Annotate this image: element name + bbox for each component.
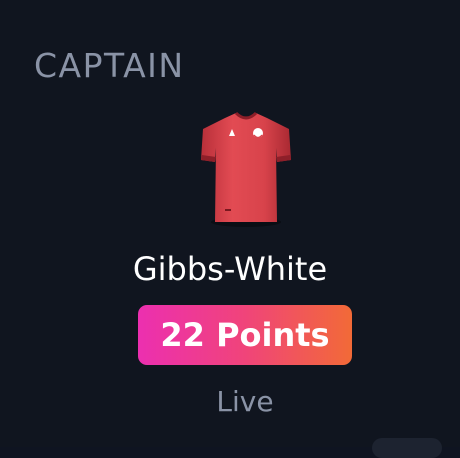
partial-button[interactable] xyxy=(372,438,442,458)
captain-card: CAPTAIN Gibbs-White 22 Points Live xyxy=(0,0,460,458)
red-shirt-icon xyxy=(201,111,291,227)
player-name: Gibbs-White xyxy=(132,250,328,288)
status-label: Live xyxy=(216,385,274,418)
points-badge: 22 Points xyxy=(138,305,352,365)
section-title: CAPTAIN xyxy=(34,46,185,85)
